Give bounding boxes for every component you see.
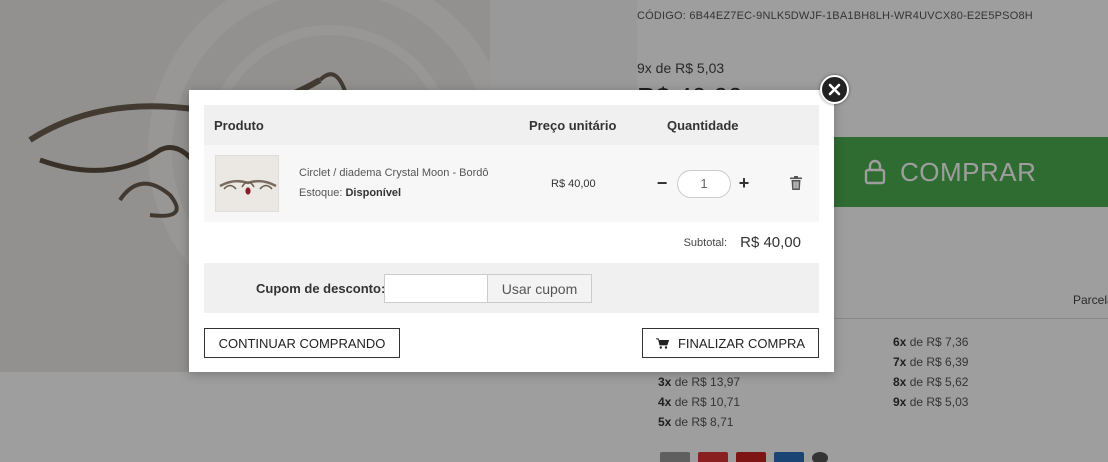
cart-icon [655,337,669,349]
subtotal-row: Subtotal: R$ 40,00 [204,222,819,263]
close-modal-button[interactable] [820,75,849,104]
close-icon [828,83,841,96]
cart-item-row: Circlet / diadema Crystal Moon - Bordô E… [204,145,819,222]
cart-header: Produto Preço unitário Quantidade [204,105,819,145]
product-stock: Estoque: Disponível [299,187,402,199]
trash-icon[interactable] [790,176,802,190]
product-thumbnail[interactable] [215,155,279,212]
coupon-input[interactable] [384,274,488,303]
checkout-button[interactable]: FINALIZAR COMPRA [642,328,819,358]
cart-table: Produto Preço unitário Quantidade Circle… [204,105,819,222]
coupon-label: Cupom de desconto: [256,281,386,296]
subtotal-label: Subtotal: [683,237,727,249]
coupon-row: Cupom de desconto: Usar cupom [204,263,819,313]
apply-coupon-button[interactable]: Usar cupom [487,274,592,303]
product-name[interactable]: Circlet / diadema Crystal Moon - Bordô [299,167,489,179]
quantity-increase-button[interactable]: + [737,173,751,193]
header-quantity: Quantidade [667,118,739,133]
quantity-input[interactable]: 1 [677,170,731,198]
cart-modal: Produto Preço unitário Quantidade Circle… [189,90,834,372]
header-product: Produto [214,118,264,133]
checkout-button-label: FINALIZAR COMPRA [677,335,806,351]
unit-price: R$ 40,00 [551,178,596,190]
continue-shopping-button[interactable]: CONTINUAR COMPRANDO [204,328,400,358]
quantity-decrease-button[interactable]: − [655,173,669,193]
subtotal-value: R$ 40,00 [740,234,801,251]
header-unit-price: Preço unitário [529,118,617,133]
